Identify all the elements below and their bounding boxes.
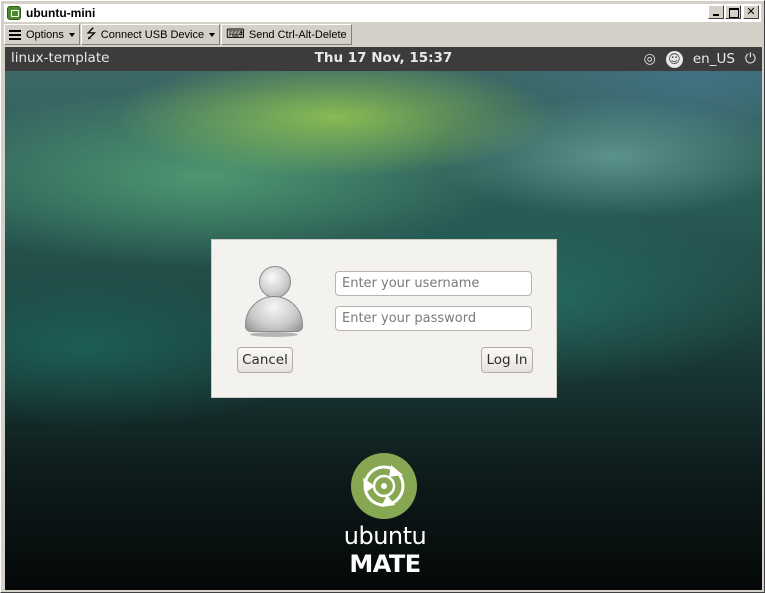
power-icon[interactable]: ⏻ bbox=[745, 49, 756, 69]
session-icon[interactable]: ◎ bbox=[644, 49, 656, 69]
send-cad-label: Send Ctrl-Alt-Delete bbox=[248, 28, 347, 41]
remote-desktop-screen[interactable]: linux-template Thu 17 Nov, 15:37 ◎ ☺ en_… bbox=[5, 47, 762, 590]
ubuntu-mate-logo-icon bbox=[351, 453, 417, 519]
viewer-toolbar: Options ⭍ Connect USB Device ⌨ Send Ctrl… bbox=[4, 24, 353, 45]
options-label: Options bbox=[26, 28, 64, 41]
window-controls: ✕ bbox=[707, 5, 759, 19]
cancel-button[interactable]: Cancel bbox=[237, 347, 293, 373]
username-input[interactable] bbox=[335, 271, 532, 296]
keyboard-icon: ⌨ bbox=[226, 27, 245, 42]
title-bar: ubuntu-mini ✕ bbox=[4, 4, 761, 22]
greeter-top-panel: linux-template Thu 17 Nov, 15:37 ◎ ☺ en_… bbox=[5, 47, 762, 71]
indicator-area: ◎ ☺ en_US ⏻ bbox=[634, 49, 756, 69]
vm-viewer-window: ubuntu-mini ✕ Options ⭍ Connect USB Devi… bbox=[0, 0, 765, 593]
user-avatar-icon bbox=[242, 266, 306, 338]
connect-usb-label: Connect USB Device bbox=[100, 28, 205, 41]
options-menu-button[interactable]: Options bbox=[4, 24, 80, 45]
chevron-down-icon bbox=[68, 32, 75, 37]
window-title: ubuntu-mini bbox=[26, 6, 96, 20]
usb-icon: ⭍ bbox=[85, 27, 97, 42]
ubuntu-mate-wordmark: ubuntu MATE bbox=[305, 522, 465, 578]
accessibility-icon[interactable]: ☺ bbox=[665, 50, 683, 68]
language-indicator[interactable]: en_US bbox=[693, 49, 735, 69]
brand-word-ubuntu: ubuntu bbox=[343, 522, 427, 550]
login-dialog: Cancel Log In bbox=[211, 239, 557, 398]
log-in-button[interactable]: Log In bbox=[481, 347, 533, 373]
maximize-button[interactable] bbox=[725, 5, 741, 19]
password-input[interactable] bbox=[335, 306, 532, 331]
hamburger-icon bbox=[9, 29, 21, 40]
vm-viewer-icon bbox=[7, 6, 21, 20]
chevron-down-icon bbox=[209, 32, 216, 37]
close-button[interactable]: ✕ bbox=[743, 5, 759, 19]
send-ctrl-alt-delete-button[interactable]: ⌨ Send Ctrl-Alt-Delete bbox=[221, 24, 352, 45]
connect-usb-button[interactable]: ⭍ Connect USB Device bbox=[80, 24, 221, 45]
brand-word-mate: MATE bbox=[349, 550, 421, 578]
minimize-button[interactable] bbox=[708, 5, 724, 19]
